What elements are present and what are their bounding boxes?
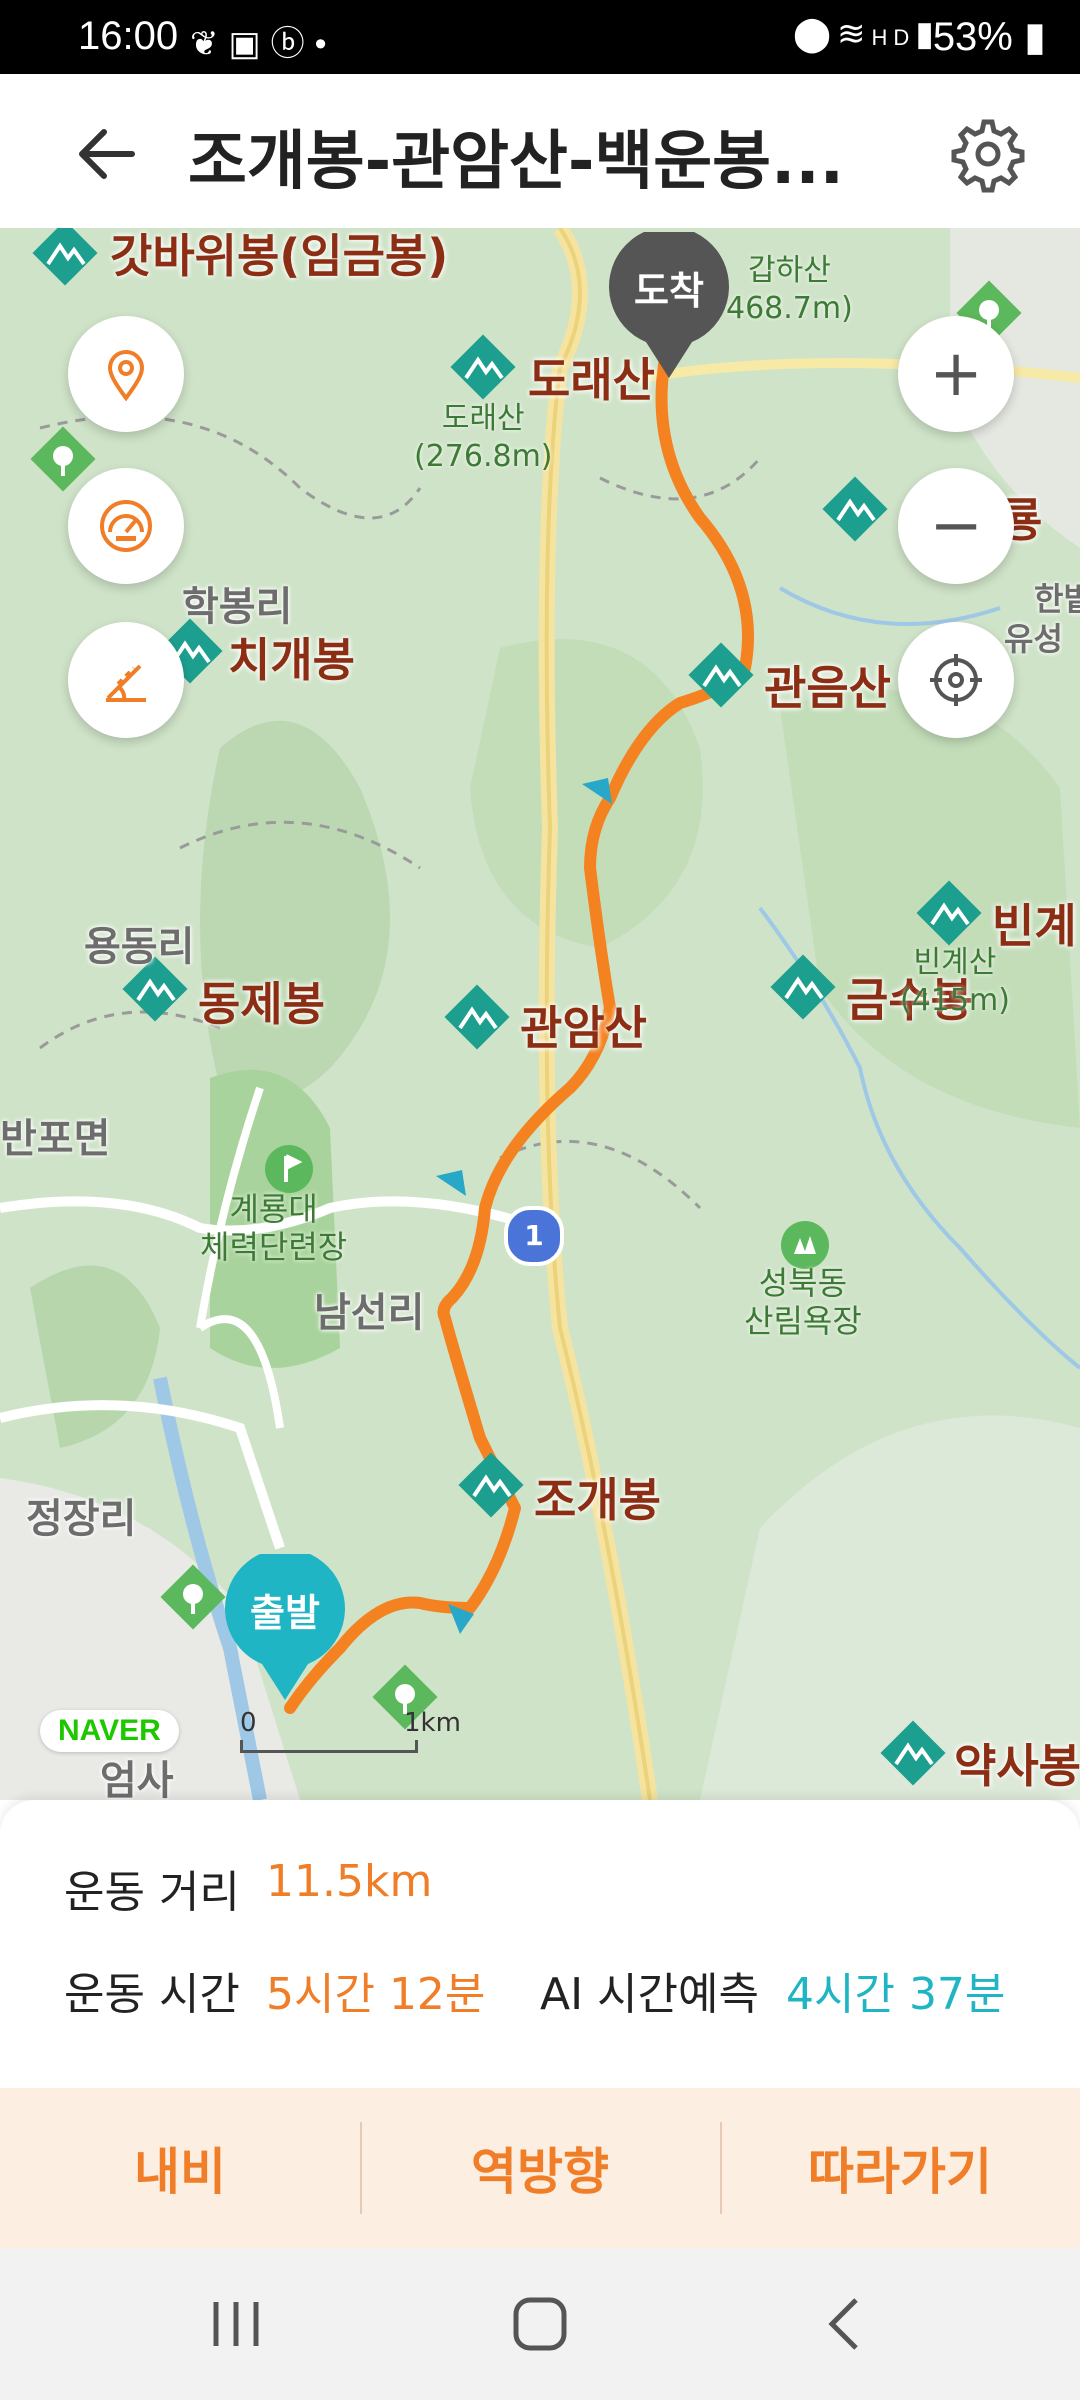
ai-time-value: 4시간 37분: [786, 1969, 1006, 2020]
app-header: 조개봉-관암산-백운봉...: [0, 74, 1080, 229]
peak-label: 약사봉: [954, 1739, 1080, 1793]
place-label: 정장리: [26, 1496, 137, 1542]
speed-button[interactable]: [68, 468, 184, 584]
place-label: 엄사: [100, 1758, 174, 1800]
place-label: 반포면: [0, 1116, 111, 1162]
naver-logo: NAVER: [40, 1710, 179, 1752]
wifi-icon: ≋: [837, 15, 872, 53]
slope-button[interactable]: [68, 622, 184, 738]
end-pin[interactable]: 도착: [606, 228, 732, 382]
peak-label: 갓바위봉(임금봉): [110, 229, 449, 283]
gear-icon: [951, 119, 1025, 193]
shopping-bag-icon: ▣: [228, 25, 271, 63]
location-pin-icon: [107, 350, 145, 402]
gps-button[interactable]: [898, 622, 1014, 738]
place-label: 유성: [1004, 620, 1063, 658]
back-button[interactable]: [68, 114, 148, 194]
b-app-icon: ⓑ: [270, 25, 315, 63]
plus-icon: +: [929, 337, 983, 411]
route-info-panel: 운동 거리 11.5km 운동 시간 5시간 12분 AI 시간예측 4시간 3…: [0, 1800, 1080, 2088]
back-icon: [828, 2298, 858, 2350]
scale-bar: [240, 1740, 418, 1753]
recent-apps-button[interactable]: [196, 2294, 276, 2354]
mountain-marker-icon[interactable]: [456, 1450, 526, 1520]
place-label: 용동리: [84, 924, 195, 970]
home-button[interactable]: [500, 2294, 580, 2354]
start-pin[interactable]: 출발: [222, 1548, 348, 1704]
peak-label: 관암산: [520, 1001, 647, 1055]
place-label: 남선리: [314, 1290, 425, 1336]
page-title: 조개봉-관암산-백운봉...: [188, 125, 844, 199]
zoom-out-button[interactable]: −: [898, 468, 1014, 584]
time-label: 운동 시간: [64, 1969, 240, 2020]
scale-zero: 0: [240, 1708, 257, 1738]
location-button[interactable]: [68, 316, 184, 432]
minus-icon: −: [929, 489, 983, 563]
mountain-marker-icon[interactable]: [448, 332, 518, 402]
forest-marker-icon[interactable]: [158, 1562, 228, 1632]
scale-unit: 1km: [404, 1708, 461, 1738]
slope-icon: [106, 664, 146, 702]
mountain-marker-icon[interactable]: [686, 640, 756, 710]
dot-icon: •: [314, 25, 337, 63]
action-bar: 내비 역방향 따라가기: [0, 2088, 1080, 2248]
follow-button[interactable]: 따라가기: [720, 2088, 1080, 2248]
crosshair-icon: [930, 654, 982, 706]
speedometer-icon: [100, 500, 152, 552]
mountain-marker-icon[interactable]: [820, 474, 890, 544]
arrow-left-icon: [79, 129, 135, 179]
hd-voice-icon: HD: [871, 25, 916, 50]
navi-button[interactable]: 내비: [0, 2088, 360, 2248]
elevation-label: 갑하산 468.7m): [726, 253, 853, 326]
system-nav-bar: [0, 2248, 1080, 2400]
peak-label: 동제봉: [198, 977, 325, 1031]
battery-percent: 53% ▮: [932, 15, 1046, 59]
nav-back-button[interactable]: [804, 2294, 884, 2354]
mountain-marker-icon[interactable]: [30, 228, 100, 288]
status-time: 16:00: [78, 14, 179, 58]
mountain-marker-icon[interactable]: [768, 952, 838, 1022]
ai-time-label: AI 시간예측: [540, 1969, 759, 2020]
zoom-in-button[interactable]: +: [898, 316, 1014, 432]
distance-label: 운동 거리: [64, 1867, 240, 1918]
peak-label: 관음산: [764, 661, 891, 715]
mountain-marker-icon[interactable]: [914, 878, 984, 948]
recent-apps-icon: [213, 2302, 259, 2346]
reverse-button[interactable]: 역방향: [360, 2088, 720, 2248]
leaf-icon: ❦: [190, 25, 229, 63]
elevation-label: 도래산 (276.8m): [414, 401, 553, 474]
location-icon: ⬤: [792, 15, 837, 53]
mountain-marker-icon[interactable]: [442, 982, 512, 1052]
distance-value: 11.5km: [266, 1856, 433, 1907]
highway-badge: 1: [504, 1206, 564, 1266]
notification-icons: ❦▣ⓑ•: [190, 16, 337, 65]
time-value: 5시간 12분: [266, 1969, 486, 2020]
system-icons: ⬤≋HD▮: [793, 14, 940, 54]
elevation-label: 빈계산 (415m): [900, 945, 1010, 1018]
status-bar: 16:00 ❦▣ⓑ• ⬤≋HD▮ 53% ▮: [0, 0, 1080, 74]
settings-button[interactable]: [948, 114, 1028, 194]
map-view[interactable]: 갓바위봉(임금봉) 도래산 치개봉 관음산 동제봉 관암산 금수봉 조개봉 빈계…: [0, 228, 1080, 1800]
facility-label: 성북동 산림욕장: [744, 1264, 862, 1340]
battery-icon: ▮: [1012, 15, 1046, 59]
facility-label: 계룡대 체력단련장: [200, 1190, 348, 1266]
mountain-marker-icon[interactable]: [878, 1718, 948, 1788]
place-label: 학봉리: [182, 584, 293, 630]
home-icon: [513, 2297, 567, 2351]
peak-label: 치개봉: [228, 633, 355, 687]
peak-label: 조개봉: [534, 1473, 661, 1527]
